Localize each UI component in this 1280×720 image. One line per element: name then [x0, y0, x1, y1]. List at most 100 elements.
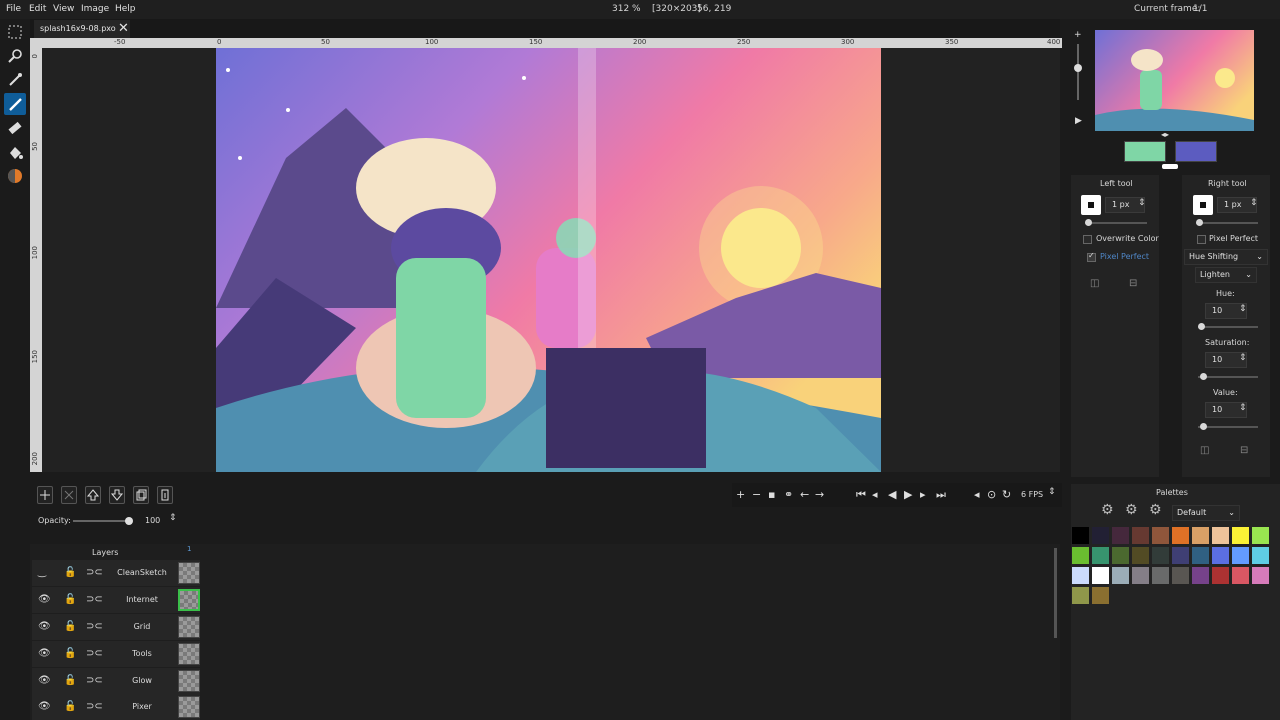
palette-swatch[interactable]: [1092, 587, 1109, 604]
pencil-tool[interactable]: [4, 93, 26, 115]
pixel-perfect-checkbox[interactable]: [1197, 235, 1206, 244]
last-frame-button[interactable]: ⏭: [936, 488, 946, 502]
move-frame-right-button[interactable]: →: [815, 488, 824, 501]
spinner-arrows-icon[interactable]: ⇕: [1048, 487, 1056, 497]
blend-mode-dropdown[interactable]: Lighten ⌄: [1195, 267, 1257, 283]
palette-swatch[interactable]: [1072, 567, 1089, 584]
spinner-arrows-icon[interactable]: ⇕: [1239, 304, 1247, 314]
lock-icon[interactable]: 🔓: [64, 621, 76, 632]
palette-swatch[interactable]: [1152, 547, 1169, 564]
palette-swatch[interactable]: [1192, 567, 1209, 584]
link-icon[interactable]: ⊃⊂: [86, 701, 103, 712]
palette-swatch[interactable]: [1232, 527, 1249, 544]
layer-thumbnail[interactable]: [178, 670, 200, 692]
palette-swatch[interactable]: [1152, 567, 1169, 584]
link-icon[interactable]: ⚭: [784, 488, 793, 501]
mirror-vertical-icon[interactable]: ⊟: [1129, 278, 1137, 289]
hue-knob[interactable]: [1198, 323, 1205, 330]
onion-skin-icon[interactable]: ⊙: [987, 488, 996, 501]
palette-swatch[interactable]: [1232, 547, 1249, 564]
plus-icon[interactable]: +: [1074, 30, 1082, 40]
mirror-vertical-icon[interactable]: ⊟: [1240, 445, 1248, 456]
menu-view[interactable]: View: [53, 4, 74, 14]
palette-swatch[interactable]: [1212, 567, 1229, 584]
eye-icon[interactable]: 👁: [38, 621, 51, 632]
reset-colors-icon[interactable]: [1162, 164, 1178, 169]
layer-row[interactable]: 👁 🔓 ⊃⊂ Grid: [32, 614, 200, 640]
color-picker-tool[interactable]: [4, 69, 26, 91]
shading-tool[interactable]: [4, 165, 26, 187]
swap-colors-icon[interactable]: ◂▸: [1161, 130, 1169, 139]
menu-image[interactable]: Image: [81, 4, 109, 14]
add-layer-button[interactable]: [37, 486, 53, 504]
zoom-track[interactable]: [1077, 44, 1079, 100]
brush-size-slider[interactable]: [1085, 222, 1147, 224]
onion-skin-prev-icon[interactable]: ◂: [974, 488, 980, 501]
palette-swatch[interactable]: [1192, 547, 1209, 564]
palette-swatch[interactable]: [1212, 547, 1229, 564]
eye-closed-icon[interactable]: ‿: [38, 567, 46, 578]
menu-edit[interactable]: Edit: [29, 4, 46, 14]
close-icon[interactable]: ✕: [118, 21, 129, 36]
opacity-value[interactable]: 100: [145, 516, 160, 525]
palette-swatch[interactable]: [1132, 547, 1149, 564]
mirror-horizontal-icon[interactable]: ◫: [1090, 278, 1099, 289]
zoom-knob[interactable]: [1074, 64, 1082, 72]
layer-thumbnail[interactable]: [178, 696, 200, 718]
canvas-preview[interactable]: [1095, 30, 1254, 131]
saturation-knob[interactable]: [1200, 373, 1207, 380]
palette-swatch[interactable]: [1112, 567, 1129, 584]
lock-icon[interactable]: 🔓: [64, 648, 76, 659]
palette-swatch[interactable]: [1252, 527, 1269, 544]
palette-swatch[interactable]: [1172, 547, 1189, 564]
rect-select-tool[interactable]: [4, 21, 26, 43]
spinner-arrows-icon[interactable]: ⇕: [1239, 353, 1247, 363]
palette-swatch[interactable]: [1152, 527, 1169, 544]
delete-palette-icon[interactable]: ⚙: [1149, 502, 1162, 518]
previous-frame-button[interactable]: ◂: [872, 488, 878, 501]
frame-number[interactable]: 1: [187, 545, 191, 553]
palette-select[interactable]: Default ⌄: [1172, 505, 1240, 521]
spinner-arrows-icon[interactable]: ⇕: [1138, 198, 1146, 208]
eye-icon[interactable]: 👁: [38, 648, 51, 659]
link-icon[interactable]: ⊃⊂: [86, 594, 103, 605]
palette-swatch[interactable]: [1092, 567, 1109, 584]
edit-palette-icon[interactable]: ⚙: [1125, 502, 1138, 518]
add-palette-icon[interactable]: ⚙: [1101, 502, 1114, 518]
palette-swatch[interactable]: [1232, 567, 1249, 584]
link-icon[interactable]: ⊃⊂: [86, 621, 103, 632]
layer-row[interactable]: 👁 🔓 ⊃⊂ Tools: [32, 641, 200, 667]
add-frame-button[interactable]: +: [736, 488, 745, 501]
next-frame-button[interactable]: ▸: [920, 488, 926, 501]
layer-thumbnail[interactable]: [178, 616, 200, 638]
palette-swatch[interactable]: [1212, 527, 1229, 544]
right-color-swatch[interactable]: [1175, 141, 1217, 162]
move-layer-up-button[interactable]: [85, 486, 101, 504]
move-layer-down-button[interactable]: [109, 486, 125, 504]
layer-thumbnail[interactable]: [178, 643, 200, 665]
duplicate-layer-button[interactable]: [133, 486, 149, 504]
mirror-horizontal-icon[interactable]: ◫: [1200, 445, 1209, 456]
layer-row[interactable]: ‿ 🔓 ⊃⊂ CleanSketch: [32, 560, 200, 586]
link-icon[interactable]: ⊃⊂: [86, 648, 103, 659]
pixel-art-canvas[interactable]: [216, 48, 881, 472]
play-backwards-button[interactable]: ◀: [888, 488, 896, 501]
eye-icon[interactable]: 👁: [38, 594, 51, 605]
layer-row[interactable]: 👁 🔓 ⊃⊂ Glow: [32, 668, 200, 694]
link-icon[interactable]: ⊃⊂: [86, 567, 103, 578]
layer-row[interactable]: 👁 🔓 ⊃⊂ Pixer: [32, 694, 200, 720]
first-frame-button[interactable]: ⏮: [856, 488, 866, 502]
tab-document[interactable]: splash16x9-08.pxo ✕: [34, 20, 130, 38]
layer-row[interactable]: 👁 🔓 ⊃⊂ Internet: [32, 587, 200, 613]
palette-swatch[interactable]: [1092, 527, 1109, 544]
palette-swatch[interactable]: [1172, 567, 1189, 584]
shading-mode-dropdown[interactable]: Hue Shifting ⌄: [1184, 249, 1268, 265]
menu-file[interactable]: File: [6, 4, 21, 14]
pixel-perfect-checkbox[interactable]: ✓: [1087, 251, 1096, 262]
preview-zoom-slider[interactable]: + ▶: [1072, 30, 1084, 130]
lock-icon[interactable]: 🔓: [64, 594, 76, 605]
menu-help[interactable]: Help: [115, 4, 136, 14]
move-frame-left-button[interactable]: ←: [800, 488, 809, 501]
value-slider[interactable]: [1198, 426, 1258, 428]
link-icon[interactable]: ⊃⊂: [86, 675, 103, 686]
